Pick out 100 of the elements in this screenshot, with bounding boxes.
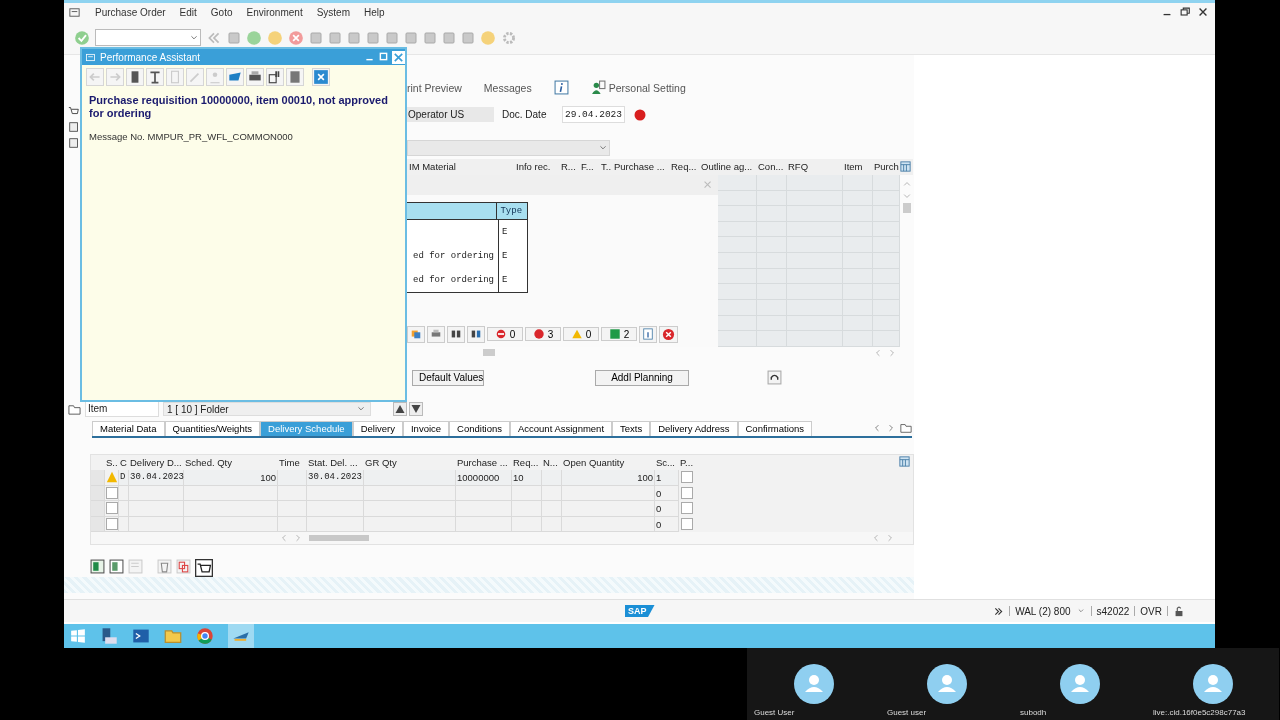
menu-item[interactable]: Edit [179, 7, 197, 18]
delete-icon[interactable] [157, 559, 172, 575]
operator-field[interactable]: Operator US [407, 107, 494, 123]
message-filter-button[interactable]: 2 [601, 327, 637, 342]
column-header[interactable]: Stat. Del. ... [307, 454, 364, 471]
column-header[interactable] [407, 202, 498, 219]
terminal-icon[interactable] [132, 627, 150, 645]
column-header[interactable]: Purchase ... [456, 454, 512, 471]
toolbar-link[interactable]: Messages [483, 81, 532, 94]
layout-icon[interactable] [410, 328, 422, 341]
column-header[interactable]: Time [278, 454, 307, 471]
tab[interactable]: Delivery [352, 420, 403, 436]
select-all-icon[interactable] [90, 559, 105, 575]
tab[interactable]: Material Data [92, 420, 165, 436]
scroll-left-icon[interactable] [873, 347, 883, 358]
column-header[interactable]: N... [542, 454, 562, 471]
menu-icon[interactable] [68, 6, 81, 19]
toolbar-link[interactable]: rint Preview [407, 81, 462, 94]
column-header[interactable]: R... [559, 161, 579, 173]
column-header[interactable]: GR Qty [364, 454, 456, 471]
scroll-right-icon[interactable] [885, 533, 895, 544]
column-header[interactable]: Req... [512, 454, 542, 471]
table-settings-icon[interactable] [898, 454, 911, 468]
scrollbar-thumb[interactable] [309, 535, 369, 542]
info-icon[interactable] [553, 80, 569, 96]
dropdown-field[interactable] [407, 139, 610, 156]
tab[interactable]: Invoice [402, 420, 450, 436]
scroll-right-icon[interactable] [887, 347, 897, 358]
column-header[interactable]: Info rec. [514, 161, 559, 173]
column-header[interactable]: Purch [872, 161, 899, 173]
column-header[interactable]: Item [842, 161, 872, 173]
expand-icon[interactable] [993, 605, 1005, 617]
date-field[interactable]: 29.04.2023 [562, 106, 625, 124]
info-icon[interactable] [642, 328, 654, 341]
column-header[interactable]: Sched. Qty [184, 454, 278, 471]
default-values-button[interactable]: Default Values [412, 369, 484, 386]
folder-icon[interactable] [68, 402, 81, 416]
toolbar-link[interactable]: Personal Setting [608, 81, 686, 94]
table-settings-icon[interactable] [899, 160, 912, 174]
checkbox[interactable] [680, 517, 693, 530]
column-header[interactable]: Purchase ... [612, 161, 669, 173]
menu-item[interactable]: Help [364, 7, 385, 18]
menu-item[interactable]: Environment [246, 7, 303, 18]
message-filter-button[interactable]: 0 [487, 327, 523, 342]
cart-icon[interactable] [68, 104, 80, 117]
tab[interactable]: Texts [612, 420, 651, 436]
menu-item[interactable]: Goto [210, 7, 233, 18]
column-header[interactable]: Delivery D... [129, 454, 184, 471]
document-icon[interactable] [68, 120, 80, 133]
tab[interactable]: Confirmations [737, 420, 813, 436]
column-header[interactable]: P... [679, 454, 694, 471]
column-header[interactable]: IM Material [407, 161, 514, 173]
lock-icon[interactable] [1173, 605, 1185, 618]
tab[interactable]: Delivery Address [650, 420, 738, 436]
column-header[interactable]: Req... [669, 161, 699, 173]
down-arrow-icon[interactable] [409, 402, 423, 417]
restore-icon[interactable] [1179, 6, 1191, 19]
check-icon[interactable] [74, 29, 90, 46]
tab[interactable]: Account Assignment [509, 420, 613, 436]
column-header[interactable]: S.. [105, 454, 119, 471]
column-header[interactable]: T.. [599, 161, 612, 173]
settings-icon[interactable] [501, 29, 517, 46]
column-header[interactable]: C [119, 454, 129, 471]
windows-icon[interactable] [70, 628, 86, 644]
column-header[interactable]: Type [497, 202, 527, 219]
scroll-left-icon[interactable] [871, 533, 881, 544]
column-header[interactable]: Sc... [655, 454, 679, 471]
tab-list-icon[interactable] [900, 421, 912, 434]
checkbox[interactable] [680, 486, 693, 499]
column-header[interactable]: Con... [756, 161, 786, 173]
tab[interactable]: Conditions [449, 420, 510, 436]
column-header[interactable]: Open Quantity [562, 454, 655, 471]
details-icon[interactable] [128, 559, 143, 575]
cart-icon[interactable] [195, 559, 213, 578]
tools-icon[interactable] [146, 68, 164, 86]
column-header[interactable]: Outline ag... [699, 161, 756, 173]
scrollbar-thumb[interactable] [483, 349, 495, 357]
checkbox[interactable] [680, 471, 693, 484]
headset-icon[interactable] [767, 370, 782, 386]
tab[interactable]: Quantities/Weights [164, 420, 261, 436]
copy-icon[interactable] [176, 559, 191, 575]
maximize-icon[interactable] [378, 50, 389, 62]
folder-icon[interactable] [164, 627, 182, 645]
scrollbar-thumb[interactable] [902, 202, 911, 213]
browser-icon[interactable] [196, 627, 214, 645]
server-manager-icon[interactable] [100, 627, 118, 645]
message-filter-button[interactable]: 0 [563, 327, 599, 342]
addl-planning-button[interactable]: Addl Planning [595, 369, 689, 386]
item-dropdown[interactable]: 1 [ 10 ] Folder [163, 402, 371, 417]
tab-left-icon[interactable] [872, 422, 882, 433]
cancel-icon[interactable] [288, 29, 304, 46]
command-field[interactable] [95, 29, 201, 47]
up-arrow-icon[interactable] [393, 402, 407, 417]
column-header[interactable]: F... [579, 161, 599, 173]
tab-right-icon[interactable] [886, 422, 896, 433]
checkbox[interactable] [680, 502, 693, 515]
scroll-right-icon[interactable] [293, 533, 303, 544]
scroll-left-icon[interactable] [279, 533, 289, 544]
system-info[interactable]: WAL (2) 800 [1015, 605, 1071, 617]
column-header[interactable]: RFQ [786, 161, 842, 173]
